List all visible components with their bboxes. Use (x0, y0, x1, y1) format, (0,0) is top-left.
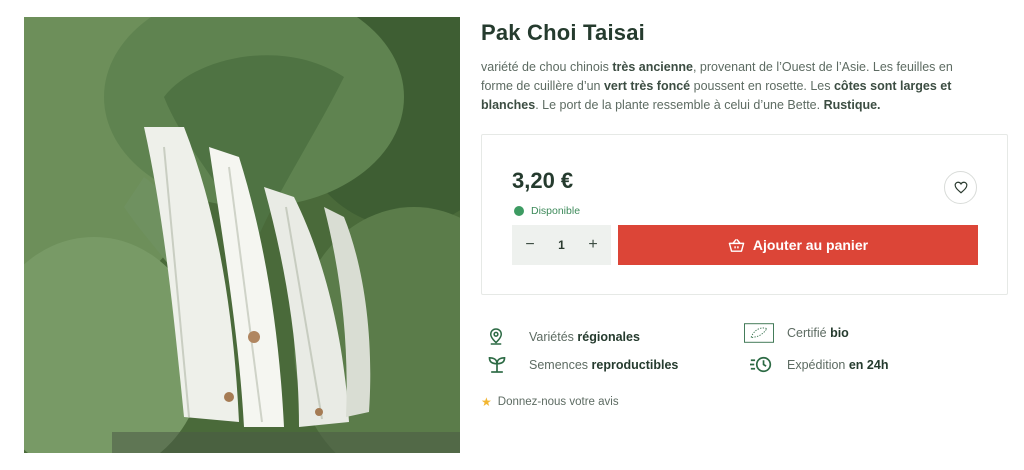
favorite-button[interactable] (944, 171, 977, 204)
description-text: . Le port de la plante ressemble à celui… (535, 98, 824, 112)
review-link[interactable]: ★ Donnez-nous votre avis (481, 395, 619, 409)
product-description: variété de chou chinois très ancienne, p… (481, 58, 986, 115)
availability-status: Disponible (514, 205, 580, 217)
feature-highlight: régionales (577, 329, 640, 344)
fast-clock-icon (750, 355, 780, 374)
buy-box: 3,20 € Disponible − 1 + Ajouter au panie… (481, 134, 1008, 295)
feature-shipping-24h: Expédition en 24h (750, 355, 888, 374)
pak-choi-photo (24, 17, 460, 453)
sprout-icon (487, 355, 517, 374)
quantity-increase-button[interactable]: + (585, 236, 601, 254)
feature-text: Certifié (787, 326, 831, 340)
product-title: Pak Choi Taisai (481, 20, 645, 45)
quantity-stepper: − 1 + (512, 225, 611, 265)
description-text: poussent en rosette. Les (690, 79, 834, 93)
heart-icon (954, 181, 967, 194)
availability-label: Disponible (531, 205, 581, 217)
price: 3,20 € (512, 168, 574, 193)
description-highlight: vert très foncé (603, 79, 691, 93)
description-highlight: très ancienne (612, 60, 693, 74)
feature-regional-varieties: Variétés régionales (487, 327, 640, 346)
product-image (24, 17, 460, 453)
basket-icon (728, 238, 745, 252)
feature-text: Expédition (787, 357, 849, 372)
add-to-cart-button[interactable]: Ajouter au panier (618, 225, 978, 265)
review-label: Donnez-nous votre avis (497, 396, 619, 408)
star-icon: ★ (481, 395, 492, 409)
feature-highlight: reproductibles (591, 357, 679, 372)
feature-highlight: en 24h (848, 357, 889, 372)
feature-certified-organic: Certifié bio (744, 322, 849, 344)
quantity-decrease-button[interactable]: − (522, 236, 538, 254)
description-highlight: Rustique. (823, 98, 881, 112)
feature-text: Variétés (529, 329, 578, 344)
organic-leaf-icon (744, 322, 774, 344)
feature-highlight: bio (830, 326, 849, 340)
description-text: variété de chou chinois (481, 60, 613, 74)
feature-reproducible-seeds: Semences reproductibles (487, 355, 678, 374)
available-dot-icon (514, 206, 524, 216)
feature-text: Semences (529, 357, 592, 372)
quantity-value[interactable]: 1 (558, 238, 565, 252)
map-pin-icon (487, 327, 517, 346)
add-to-cart-label: Ajouter au panier (752, 237, 869, 253)
